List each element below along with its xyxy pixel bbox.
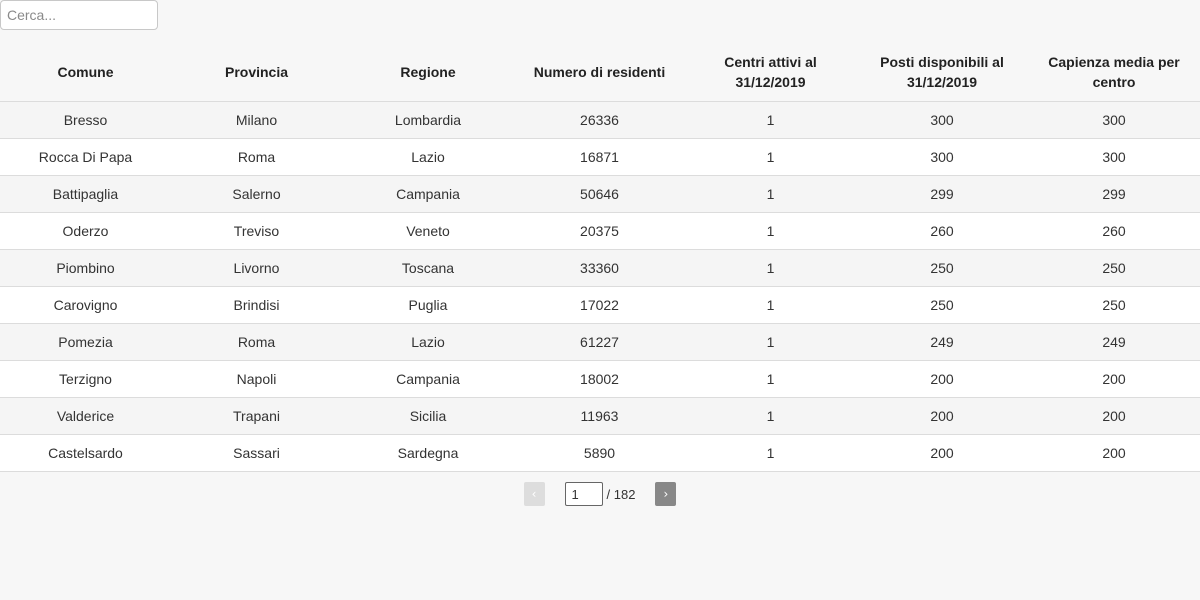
cell-provincia: Livorno [171,249,342,287]
cell-comune: Pomezia [0,323,171,361]
cell-provincia: Roma [171,138,342,176]
page-total: / 182 [606,486,636,502]
cell-provincia: Roma [171,323,342,361]
pagination: ‹ / 182 › [0,482,1200,506]
cell-capienza-media: 200 [1028,434,1200,472]
cell-residenti: 61227 [514,323,685,361]
cell-regione: Toscana [342,249,514,287]
cell-residenti: 26336 [514,101,685,139]
search-input[interactable] [0,0,158,30]
cell-comune: Castelsardo [0,434,171,472]
table-row: Oderzo Treviso Veneto 20375 1 260 260 [0,212,1200,250]
column-header-posti-disponibili[interactable]: Posti disponibili al 31/12/2019 [856,43,1028,102]
cell-posti-disponibili: 200 [856,397,1028,435]
cell-residenti: 17022 [514,286,685,324]
cell-capienza-media: 249 [1028,323,1200,361]
cell-residenti: 16871 [514,138,685,176]
cell-posti-disponibili: 250 [856,286,1028,324]
cell-provincia: Salerno [171,175,342,213]
prev-page-button[interactable]: ‹ [523,482,545,506]
cell-centri-attivi: 1 [685,138,856,176]
column-header-comune[interactable]: Comune [0,43,171,102]
cell-centri-attivi: 1 [685,323,856,361]
cell-regione: Lazio [342,323,514,361]
cell-capienza-media: 200 [1028,397,1200,435]
table-row: Castelsardo Sassari Sardegna 5890 1 200 200 [0,434,1200,472]
cell-regione: Puglia [342,286,514,324]
cell-comune: Carovigno [0,286,171,324]
cell-provincia: Treviso [171,212,342,250]
cell-provincia: Sassari [171,434,342,472]
cell-posti-disponibili: 260 [856,212,1028,250]
cell-regione: Campania [342,175,514,213]
table-row: Piombino Livorno Toscana 33360 1 250 250 [0,249,1200,287]
column-header-centri-attivi[interactable]: Centri attivi al 31/12/2019 [685,43,856,102]
cell-centri-attivi: 1 [685,286,856,324]
table-row: Battipaglia Salerno Campania 50646 1 299 299 [0,175,1200,213]
cell-regione: Lazio [342,138,514,176]
cell-posti-disponibili: 249 [856,323,1028,361]
table-header: Comune Provincia Regione Numero di resid… [0,43,1200,102]
cell-capienza-media: 260 [1028,212,1200,250]
cell-posti-disponibili: 300 [856,138,1028,176]
cell-residenti: 18002 [514,360,685,398]
cell-comune: Valderice [0,397,171,435]
cell-regione: Sicilia [342,397,514,435]
table-row: Rocca Di Papa Roma Lazio 16871 1 300 300 [0,138,1200,176]
table-row: Pomezia Roma Lazio 61227 1 249 249 [0,323,1200,361]
cell-capienza-media: 300 [1028,101,1200,139]
table-row: Valderice Trapani Sicilia 11963 1 200 200 [0,397,1200,435]
next-page-button[interactable]: › [655,482,677,506]
cell-posti-disponibili: 200 [856,360,1028,398]
cell-comune: Rocca Di Papa [0,138,171,176]
cell-residenti: 20375 [514,212,685,250]
cell-posti-disponibili: 200 [856,434,1028,472]
cell-capienza-media: 250 [1028,286,1200,324]
cell-regione: Sardegna [342,434,514,472]
cell-regione: Lombardia [342,101,514,139]
column-header-capienza-media[interactable]: Capienza media per centro [1028,43,1200,102]
page-number-input[interactable] [564,482,603,506]
cell-centri-attivi: 1 [685,397,856,435]
cell-provincia: Brindisi [171,286,342,324]
cell-comune: Terzigno [0,360,171,398]
cell-posti-disponibili: 299 [856,175,1028,213]
cell-residenti: 33360 [514,249,685,287]
cell-residenti: 50646 [514,175,685,213]
cell-capienza-media: 250 [1028,249,1200,287]
cell-residenti: 11963 [514,397,685,435]
cell-centri-attivi: 1 [685,101,856,139]
cell-provincia: Trapani [171,397,342,435]
column-header-residenti[interactable]: Numero di residenti [514,43,685,102]
cell-comune: Battipaglia [0,175,171,213]
cell-comune: Bresso [0,101,171,139]
cell-centri-attivi: 1 [685,360,856,398]
cell-centri-attivi: 1 [685,434,856,472]
table-row: Bresso Milano Lombardia 26336 1 300 300 [0,101,1200,139]
cell-posti-disponibili: 250 [856,249,1028,287]
table-body: Bresso Milano Lombardia 26336 1 300 300 Rocca D… [0,101,1200,472]
table-row: Terzigno Napoli Campania 18002 1 200 200 [0,360,1200,398]
cell-regione: Campania [342,360,514,398]
cell-provincia: Napoli [171,360,342,398]
column-header-provincia[interactable]: Provincia [171,43,342,102]
cell-provincia: Milano [171,101,342,139]
cell-capienza-media: 300 [1028,138,1200,176]
cell-centri-attivi: 1 [685,212,856,250]
cell-centri-attivi: 1 [685,175,856,213]
cell-capienza-media: 299 [1028,175,1200,213]
cell-centri-attivi: 1 [685,249,856,287]
cell-capienza-media: 200 [1028,360,1200,398]
cell-comune: Piombino [0,249,171,287]
column-header-regione[interactable]: Regione [342,43,514,102]
cell-regione: Veneto [342,212,514,250]
table-row: Carovigno Brindisi Puglia 17022 1 250 250 [0,286,1200,324]
cell-residenti: 5890 [514,434,685,472]
cell-comune: Oderzo [0,212,171,250]
cell-posti-disponibili: 300 [856,101,1028,139]
data-table: Comune Provincia Regione Numero di resid… [0,43,1200,472]
